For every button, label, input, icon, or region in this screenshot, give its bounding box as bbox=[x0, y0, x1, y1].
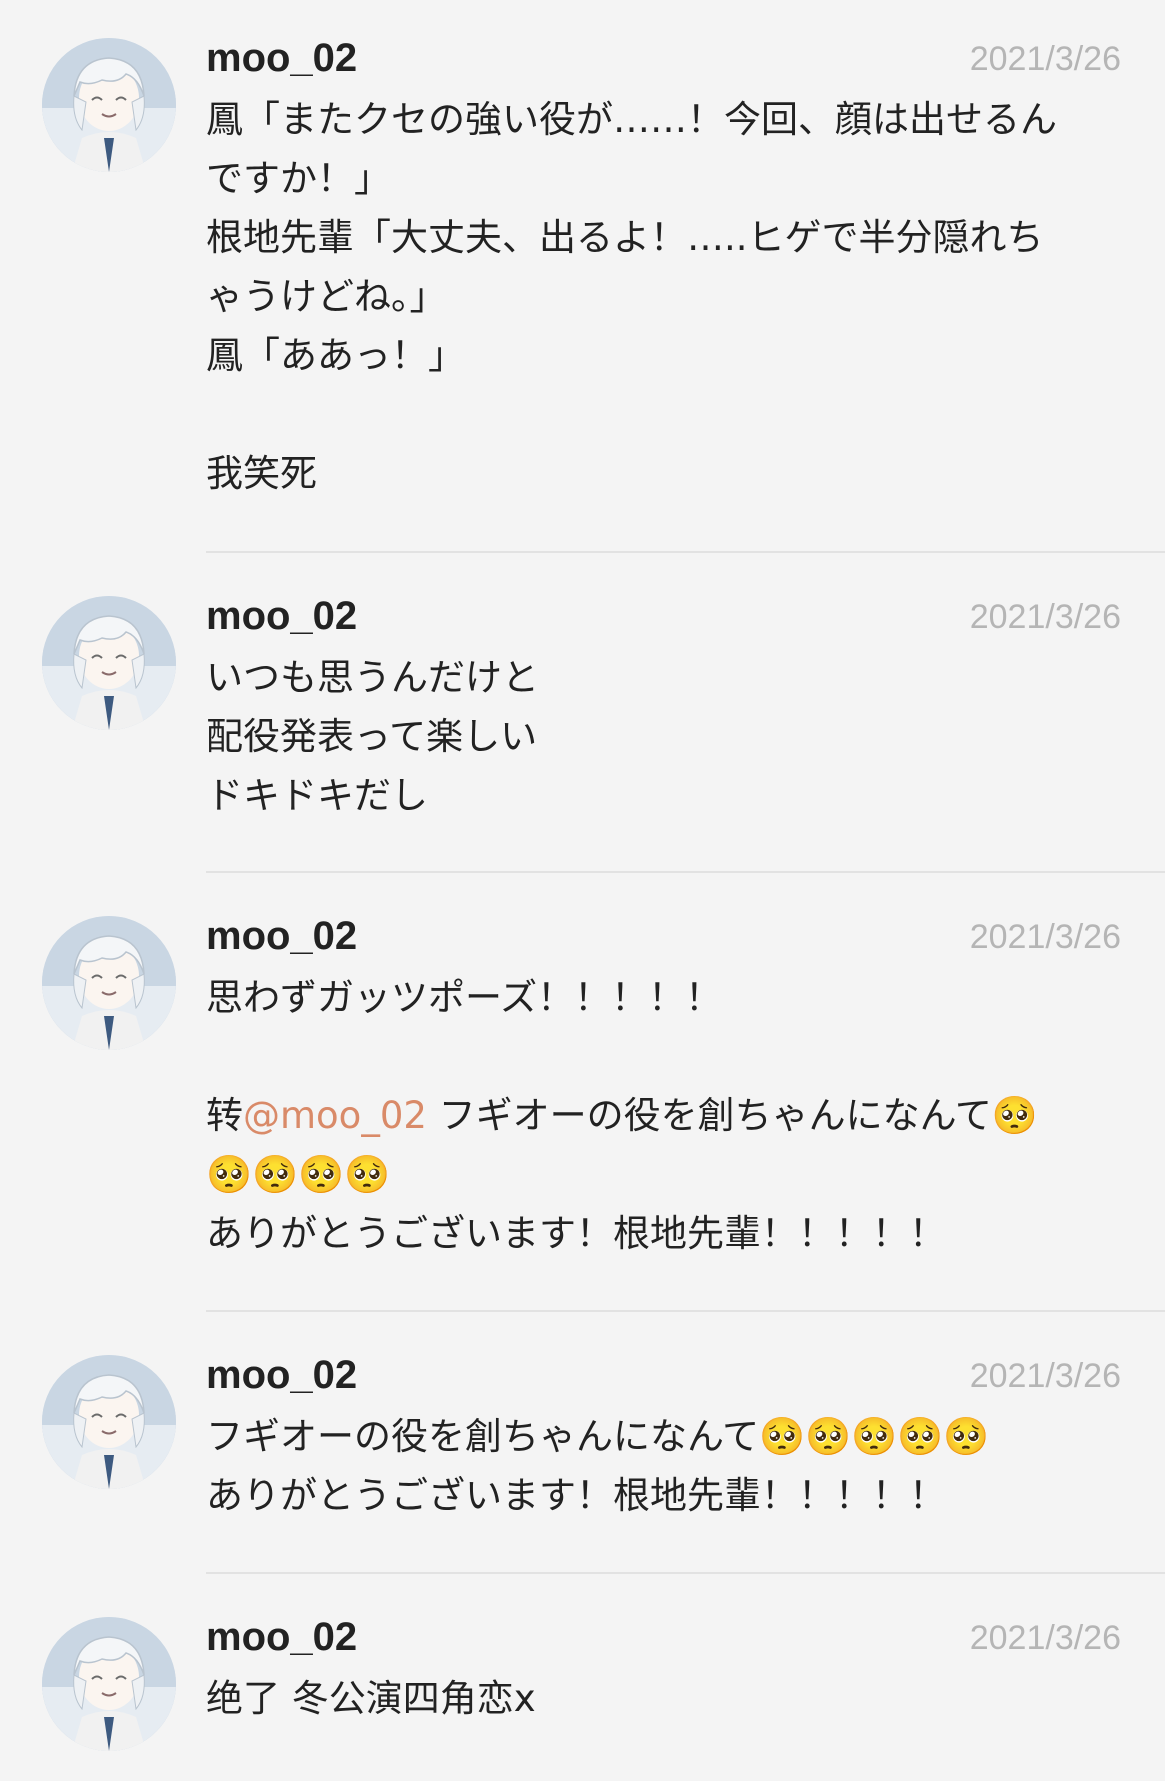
avatar[interactable] bbox=[42, 916, 176, 1050]
repost-prefix: 转 bbox=[206, 1094, 243, 1137]
avatar-image bbox=[42, 596, 176, 730]
comment-line: 配役発表って楽しい bbox=[206, 715, 538, 758]
comment-line: 鳳「またクセの強い役が……！今回、顔は出せるん bbox=[206, 98, 1057, 141]
comment-line bbox=[206, 385, 1116, 444]
comment-text: 绝了 冬公演四角恋x bbox=[206, 1669, 1116, 1728]
post-date: 2021/3/26 bbox=[969, 1619, 1121, 1657]
repost-text: フギオーの役を創ちゃんになんて🥺 bbox=[426, 1094, 1038, 1137]
comment-feed: moo_02 2021/3/26 鳳「またクセの強い役が……！今回、顔は出せるん… bbox=[0, 0, 1165, 1781]
emoji-line: 🥺🥺🥺🥺 bbox=[206, 1153, 391, 1196]
comment-line: ですか！」 bbox=[206, 157, 391, 200]
username[interactable]: moo_02 bbox=[206, 30, 357, 86]
comment-item: moo_02 2021/3/26 いつも思うんだけと 配役発表って楽しい ドキド… bbox=[0, 588, 1165, 828]
username[interactable]: moo_02 bbox=[206, 1609, 357, 1665]
comment-line: ありがとうございます！根地先輩！！！！！ bbox=[206, 1474, 946, 1517]
post-date: 2021/3/26 bbox=[969, 40, 1121, 78]
comment-line: 我笑死 bbox=[206, 452, 317, 495]
avatar-image bbox=[42, 1355, 176, 1489]
comment-text: 鳳「またクセの強い役が……！今回、顔は出せるん ですか！」 根地先輩「大丈夫、出… bbox=[206, 90, 1116, 503]
comment-line: 根地先輩「大丈夫、出るよ！…..ヒゲで半分隠れち bbox=[206, 216, 1044, 259]
comment-line: ドキドキだし bbox=[206, 774, 428, 817]
avatar-image bbox=[42, 38, 176, 172]
avatar-image bbox=[42, 916, 176, 1050]
avatar[interactable] bbox=[42, 596, 176, 730]
divider bbox=[206, 1572, 1165, 1574]
username[interactable]: moo_02 bbox=[206, 588, 357, 644]
comment-item: moo_02 2021/3/26 思わずガッツポーズ！！！！！ 转@moo_02… bbox=[0, 908, 1165, 1268]
divider bbox=[206, 551, 1165, 553]
avatar[interactable] bbox=[42, 38, 176, 172]
username[interactable]: moo_02 bbox=[206, 1347, 357, 1403]
comment-text: フギオーの役を創ちゃんになんて🥺🥺🥺🥺🥺 ありがとうございます！根地先輩！！！！… bbox=[206, 1407, 1116, 1525]
comment-line: 思わずガッツポーズ！！！！！ bbox=[206, 976, 723, 1019]
avatar[interactable] bbox=[42, 1617, 176, 1751]
mention-link[interactable]: @moo_02 bbox=[243, 1094, 427, 1137]
comment-item: moo_02 2021/3/26 フギオーの役を創ちゃんになんて🥺🥺🥺🥺🥺 あり… bbox=[0, 1347, 1165, 1527]
post-date: 2021/3/26 bbox=[969, 918, 1121, 956]
comment-text: いつも思うんだけと 配役発表って楽しい ドキドキだし bbox=[206, 648, 1116, 825]
comment-item: moo_02 2021/3/26 绝了 冬公演四角恋x bbox=[0, 1609, 1165, 1769]
comment-item: moo_02 2021/3/26 鳳「またクセの強い役が……！今回、顔は出せるん… bbox=[0, 30, 1165, 495]
avatar[interactable] bbox=[42, 1355, 176, 1489]
avatar-image bbox=[42, 1617, 176, 1751]
divider bbox=[206, 1310, 1165, 1312]
username[interactable]: moo_02 bbox=[206, 908, 357, 964]
repost-line: 转@moo_02 フギオーの役を創ちゃんになんて🥺 bbox=[206, 1086, 1116, 1145]
divider bbox=[206, 871, 1165, 873]
comment-line: フギオーの役を創ちゃんになんて🥺🥺🥺🥺🥺 bbox=[206, 1415, 990, 1458]
comment-line bbox=[206, 1027, 1116, 1086]
comment-line: 鳳「ああっ！」 bbox=[206, 334, 465, 377]
comment-line: ゃうけどね。」 bbox=[206, 275, 447, 318]
comment-line: 绝了 冬公演四角恋x bbox=[206, 1677, 536, 1720]
comment-text: 思わずガッツポーズ！！！！！ 转@moo_02 フギオーの役を創ちゃんになんて🥺… bbox=[206, 968, 1116, 1263]
comment-line: いつも思うんだけと bbox=[206, 656, 539, 699]
comment-line: ありがとうございます！根地先輩！！！！！ bbox=[206, 1212, 946, 1255]
post-date: 2021/3/26 bbox=[969, 1357, 1121, 1395]
post-date: 2021/3/26 bbox=[969, 598, 1121, 636]
